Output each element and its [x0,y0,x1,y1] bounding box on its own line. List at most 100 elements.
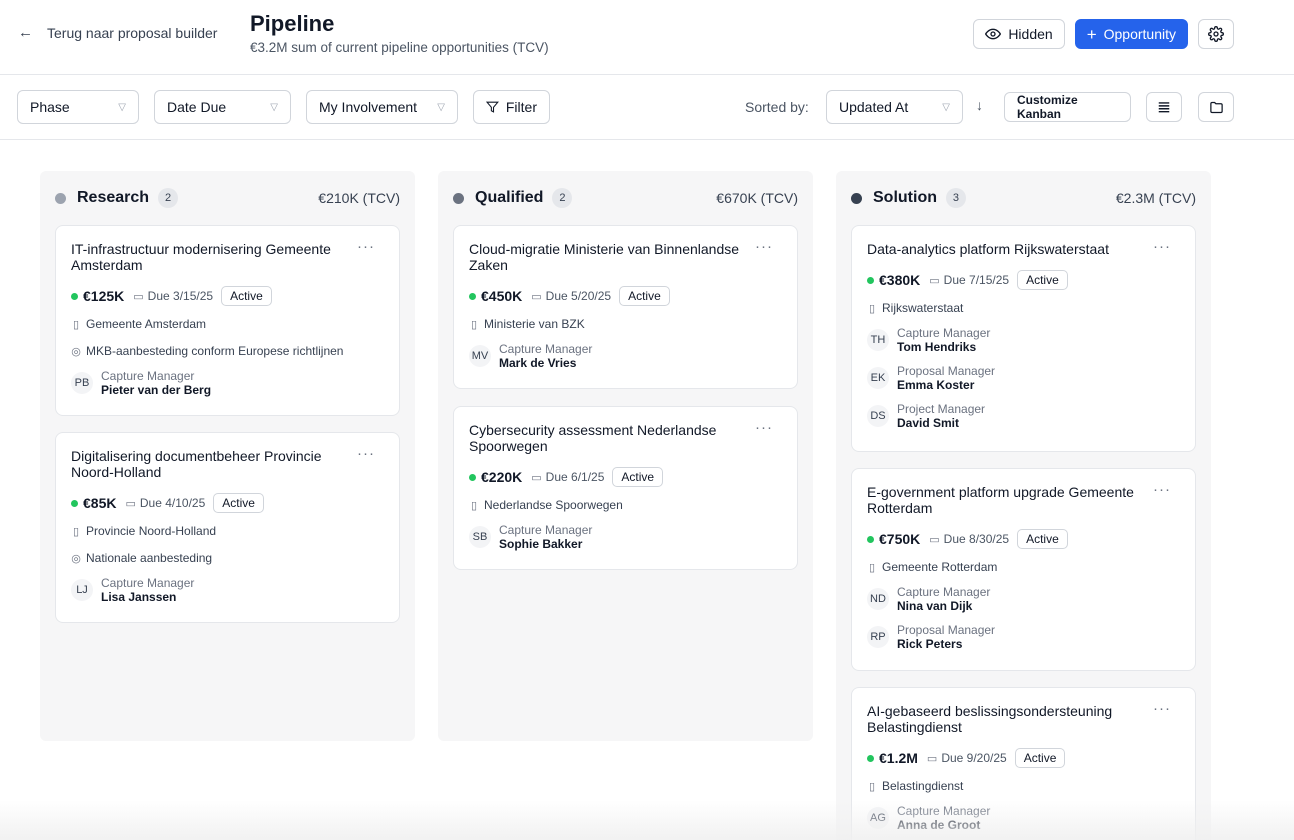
organization-name: Provincie Noord-Holland [86,524,217,538]
organization-name: Gemeente Amsterdam [86,317,207,331]
more-icon[interactable]: ··· [1153,700,1171,717]
page-subtitle: €3.2M sum of current pipeline opportunit… [250,40,549,55]
target-icon: ◎ [71,552,81,565]
sort-direction-icon[interactable]: ↓ [976,97,983,113]
filter-bar: Phase ▽ Date Due ▽ My Involvement ▽ Filt… [0,75,1294,140]
filter-icon [486,101,499,113]
hidden-button[interactable]: Hidden [973,19,1065,49]
date-due-select-label: Date Due [167,99,227,115]
organization-name: Nederlandse Spoorwegen [484,498,623,512]
add-opportunity-button[interactable]: + Opportunity [1074,19,1188,49]
more-icon[interactable]: ··· [357,238,375,255]
avatar: TH [867,329,889,351]
opportunity-card[interactable]: AI-gebaseerd beslissingsondersteuning Be… [851,687,1196,840]
folder-view-button[interactable] [1198,92,1234,122]
date-due-select[interactable]: Date Due ▽ [154,90,291,124]
due-date: ▭ Due 8/30/25 [929,532,1009,546]
settings-button[interactable] [1198,19,1234,49]
list-view-button[interactable] [1146,92,1182,122]
customize-kanban-button[interactable]: Customize Kanban [1004,92,1131,122]
opportunity-card[interactable]: Cloud-migratie Ministerie van Binnenland… [453,225,798,389]
card-value: €750K [879,531,921,547]
person-role: Project Manager [897,401,986,416]
card-value: €380K [879,272,921,288]
due-date: ▭ Due 5/20/25 [531,289,611,303]
organization-name: Rijkswaterstaat [882,301,964,315]
calendar-icon: ▭ [531,471,542,484]
more-icon[interactable]: ··· [755,419,773,436]
column-count: 2 [552,188,573,208]
building-icon: ▯ [868,302,876,315]
more-icon[interactable]: ··· [1153,481,1171,498]
card-meta: €125K ▭ Due 3/15/25 Active [71,286,384,306]
phase-dot [851,192,862,204]
card-person: AG Capture Manager Anna de Groot [867,803,1180,833]
filter-button[interactable]: Filter [473,90,550,124]
card-person: PB Capture Manager Pieter van der Berg [71,368,384,398]
organization-name: Ministerie van BZK [484,317,585,331]
opportunity-card[interactable]: Data-analytics platform Rijkswaterstaat … [851,225,1196,452]
card-organization: ▯ Gemeente Amsterdam [71,315,384,333]
opportunity-card[interactable]: E-government platform upgrade Gemeente R… [851,468,1196,671]
back-link[interactable]: ← Terug naar proposal builder [18,24,217,41]
status-badge: Active [213,493,264,513]
card-organization: ▯ Gemeente Rotterdam [867,558,1180,576]
column-total: €2.3M (TCV) [1115,190,1196,206]
status-badge: Active [1017,529,1068,549]
add-opportunity-label: Opportunity [1103,26,1176,42]
hidden-button-label: Hidden [1008,26,1053,42]
person-name: Emma Koster [897,377,975,392]
kanban-column-solution: Solution 3 €2.3M (TCV) Data-analytics pl… [836,171,1211,840]
avatar: DS [867,405,889,427]
involvement-select-label: My Involvement [319,99,418,115]
avatar: LJ [71,579,93,601]
card-organization: ▯ Provincie Noord-Holland [71,522,384,540]
card-person: DS Project Manager David Smit [867,401,1180,431]
more-icon[interactable]: ··· [357,445,375,462]
person-role: Proposal Manager [897,363,996,378]
column-name: Qualified [475,189,544,206]
card-meta: €450K ▭ Due 5/20/25 Active [469,286,782,306]
more-icon[interactable]: ··· [755,238,773,255]
person-role: Capture Manager [897,584,991,599]
phase-select[interactable]: Phase ▽ [17,90,139,124]
column-header: Solution 3 €2.3M (TCV) [851,188,1196,208]
list-icon [1158,102,1170,113]
kanban-column-qualified: Qualified 2 €670K (TCV) Cloud-migratie M… [438,171,813,741]
building-icon: ▯ [470,499,478,512]
folder-icon [1209,101,1223,113]
organization-name: Belastingdienst [882,779,964,793]
card-person: LJ Capture Manager Lisa Janssen [71,575,384,605]
involvement-select[interactable]: My Involvement ▽ [306,90,458,124]
card-title: Data-analytics platform Rijkswaterstaat [867,241,1109,257]
more-icon[interactable]: ··· [1153,238,1171,255]
card-meta: €1.2M ▭ Due 9/20/25 Active [867,748,1180,768]
due-date: ▭ Due 3/15/25 [133,289,213,303]
card-meta: €220K ▭ Due 6/1/25 Active [469,467,782,487]
opportunity-card[interactable]: Digitalisering documentbeheer Provincie … [55,432,400,623]
procurement-type: MKB-aanbesteding conform Europese richtl… [86,344,344,358]
column-header: Qualified 2 €670K (TCV) [453,188,798,208]
page-title: Pipeline [250,11,335,36]
card-title: Cybersecurity assessment Nederlandse Spo… [469,422,717,454]
person-name: Pieter van der Berg [101,382,212,397]
chevron-down-icon: ▽ [437,101,445,113]
column-count: 3 [945,188,966,208]
gear-icon [1208,26,1224,42]
sort-select[interactable]: Updated At ▽ [826,90,963,124]
card-meta: €750K ▭ Due 8/30/25 Active [867,529,1180,549]
building-icon: ▯ [72,318,80,331]
phase-select-label: Phase [30,99,70,115]
status-badge: Active [1017,270,1068,290]
status-dot [867,754,874,762]
card-value: €1.2M [879,750,918,766]
card-title: E-government platform upgrade Gemeente R… [867,484,1134,516]
building-icon: ▯ [470,318,478,331]
opportunity-card[interactable]: Cybersecurity assessment Nederlandse Spo… [453,406,798,570]
opportunity-card[interactable]: IT-infrastructuur modernisering Gemeente… [55,225,400,416]
procurement-type: Nationale aanbesteding [86,551,213,565]
title-block: Pipeline €3.2M sum of current pipeline o… [250,10,549,55]
phase-dot [453,192,464,204]
due-date-text: Due 3/15/25 [147,289,214,303]
card-value: €85K [83,495,117,511]
